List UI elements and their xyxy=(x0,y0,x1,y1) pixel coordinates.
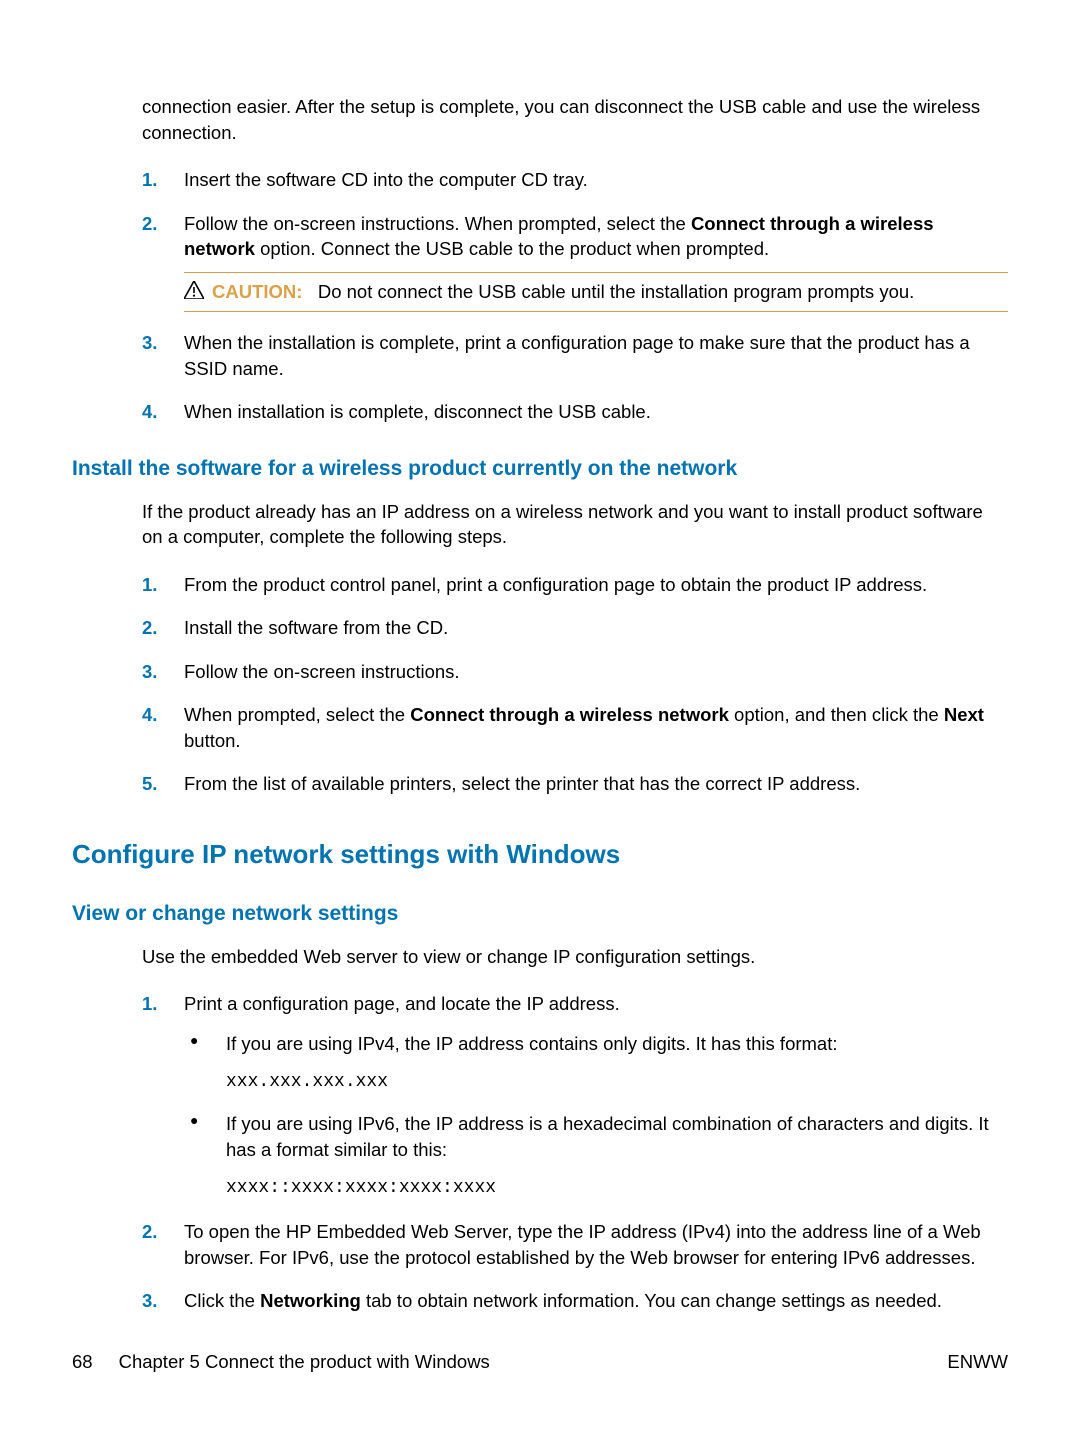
bullet-text: If you are using IPv4, the IP address co… xyxy=(226,1033,838,1054)
list-text: From the list of available printers, sel… xyxy=(184,773,860,794)
list-text: tab to obtain network information. You c… xyxy=(361,1290,942,1311)
list-item: 2. Install the software from the CD. xyxy=(142,615,1008,641)
page-number: 68 xyxy=(72,1351,93,1373)
list-item: 5. From the list of available printers, … xyxy=(142,771,1008,797)
code-ipv4-format: xxx.xxx.xxx.xxx xyxy=(226,1070,1008,1095)
heading-view-change: View or change network settings xyxy=(72,902,1008,926)
list-number: 4. xyxy=(142,399,157,425)
bold-text: Next xyxy=(944,704,984,725)
list-item: 3. Click the Networking tab to obtain ne… xyxy=(142,1288,1008,1314)
list-item: 1. Insert the software CD into the compu… xyxy=(142,167,1008,193)
list-text: option. Connect the USB cable to the pro… xyxy=(255,238,769,259)
ordered-list-3: 1. Print a configuration page, and locat… xyxy=(142,991,1008,1313)
list-item: 2. To open the HP Embedded Web Server, t… xyxy=(142,1219,1008,1270)
heading-configure-ip: Configure IP network settings with Windo… xyxy=(72,839,1008,870)
list-number: 2. xyxy=(142,615,157,641)
list-number: 1. xyxy=(142,572,157,598)
list-number: 3. xyxy=(142,659,157,685)
list-number: 5. xyxy=(142,771,157,797)
list-text: Print a configuration page, and locate t… xyxy=(184,993,620,1014)
caution-label: CAUTION: xyxy=(212,281,302,302)
list-number: 4. xyxy=(142,702,157,728)
bullet-list: If you are using IPv4, the IP address co… xyxy=(184,1031,1008,1201)
list-number: 3. xyxy=(142,1288,157,1314)
list-text: Follow the on-screen instructions. xyxy=(184,661,460,682)
caution-text: CAUTION: Do not connect the USB cable un… xyxy=(212,279,914,305)
list-text: button. xyxy=(184,730,241,751)
section2-intro: If the product already has an IP address… xyxy=(142,499,1008,550)
list-number: 1. xyxy=(142,991,157,1017)
list-text: From the product control panel, print a … xyxy=(184,574,927,595)
list-item: 4. When installation is complete, discon… xyxy=(142,399,1008,425)
chapter-title: Chapter 5 Connect the product with Windo… xyxy=(119,1351,490,1373)
bullet-item: If you are using IPv4, the IP address co… xyxy=(184,1031,1008,1095)
code-ipv6-format: xxxx::xxxx:xxxx:xxxx:xxxx xyxy=(226,1176,1008,1201)
list-text: Follow the on-screen instructions. When … xyxy=(184,213,691,234)
bold-text: Connect through a wireless network xyxy=(410,704,729,725)
content-area: connection easier. After the setup is co… xyxy=(72,94,1008,1314)
list-item: 1. From the product control panel, print… xyxy=(142,572,1008,598)
section4-intro: Use the embedded Web server to view or c… xyxy=(142,944,1008,970)
bullet-text: If you are using IPv6, the IP address is… xyxy=(226,1113,989,1160)
caution-body: Do not connect the USB cable until the i… xyxy=(318,281,914,302)
list-text: When prompted, select the xyxy=(184,704,410,725)
ordered-list-1: 1. Insert the software CD into the compu… xyxy=(142,167,1008,425)
list-number: 2. xyxy=(142,211,157,237)
list-text: When installation is complete, disconnec… xyxy=(184,401,651,422)
list-number: 1. xyxy=(142,167,157,193)
list-number: 3. xyxy=(142,330,157,356)
ordered-list-2: 1. From the product control panel, print… xyxy=(142,572,1008,797)
bold-text: Networking xyxy=(260,1290,361,1311)
list-item: 3. When the installation is complete, pr… xyxy=(142,330,1008,381)
bullet-item: If you are using IPv6, the IP address is… xyxy=(184,1111,1008,1201)
heading-install-wireless: Install the software for a wireless prod… xyxy=(72,457,1008,481)
footer-left: 68 Chapter 5 Connect the product with Wi… xyxy=(72,1351,490,1373)
list-item: 1. Print a configuration page, and locat… xyxy=(142,991,1008,1201)
list-text: When the installation is complete, print… xyxy=(184,332,970,379)
list-item: 2. Follow the on-screen instructions. Wh… xyxy=(142,211,1008,313)
list-text: Insert the software CD into the computer… xyxy=(184,169,588,190)
caution-box: CAUTION: Do not connect the USB cable un… xyxy=(184,272,1008,313)
list-item: 3. Follow the on-screen instructions. xyxy=(142,659,1008,685)
list-text: To open the HP Embedded Web Server, type… xyxy=(184,1221,981,1268)
list-number: 2. xyxy=(142,1219,157,1245)
list-text: Click the xyxy=(184,1290,260,1311)
list-text: Install the software from the CD. xyxy=(184,617,448,638)
intro-paragraph: connection easier. After the setup is co… xyxy=(142,94,1008,145)
footer-right: ENWW xyxy=(947,1351,1008,1373)
page-footer: 68 Chapter 5 Connect the product with Wi… xyxy=(72,1351,1008,1373)
list-item: 4. When prompted, select the Connect thr… xyxy=(142,702,1008,753)
page: connection easier. After the setup is co… xyxy=(0,0,1080,1437)
list-text: option, and then click the xyxy=(729,704,944,725)
caution-icon xyxy=(184,280,204,306)
